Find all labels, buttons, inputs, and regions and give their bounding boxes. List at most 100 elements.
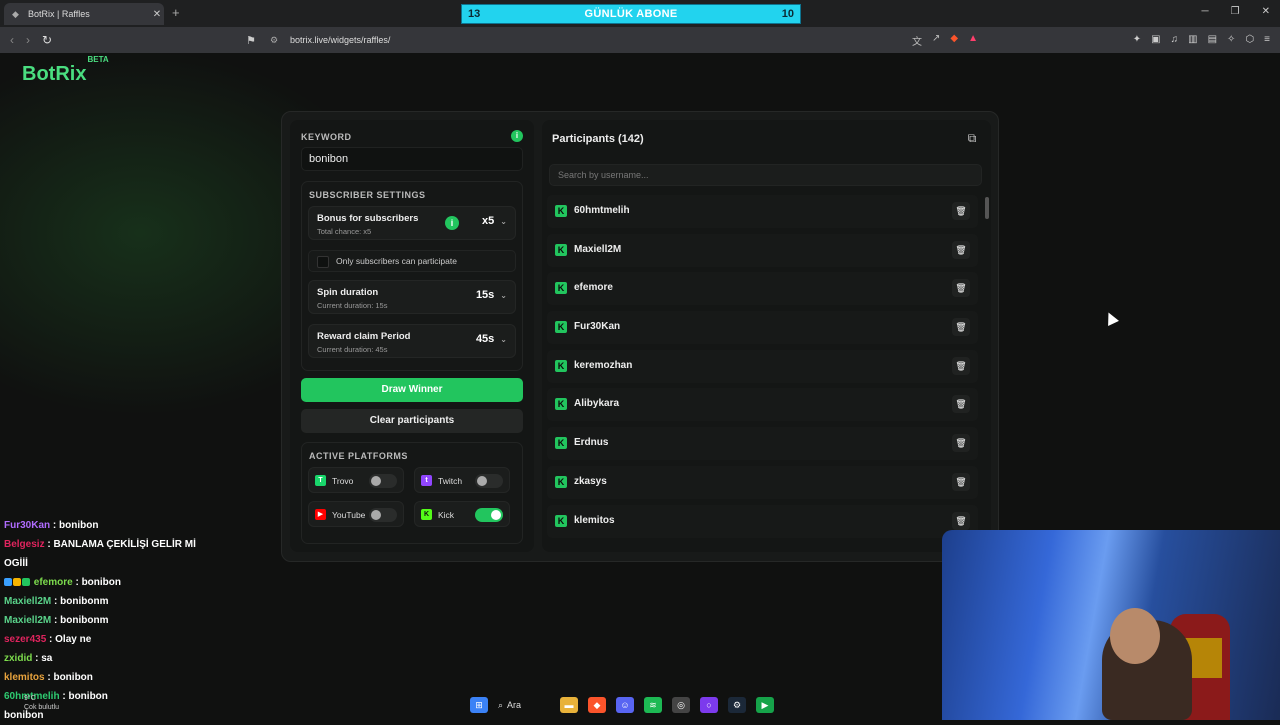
extensions-area: ✦ ▣ ♫ ▥ ▤ ✧ ⬡ ≡	[1133, 34, 1270, 45]
list-item: Kklemitos 🗑	[547, 504, 978, 538]
windows-start-icon[interactable]: ⊞	[470, 697, 488, 713]
file-explorer-icon[interactable]: ▬	[560, 697, 578, 713]
participant-list: K 60hmtmelih 🗑 K Maxiell2M 🗑 Kefemore 🗑 K Fur3…	[547, 195, 978, 543]
kick-icon: K	[555, 359, 567, 372]
brave-icon[interactable]: ◆	[588, 697, 606, 713]
translate-icon[interactable]: 文	[912, 33, 922, 48]
kick-icon: K	[555, 243, 567, 256]
participant-search-input[interactable]: Search by username...	[549, 164, 982, 186]
participant-scrollbar[interactable]	[985, 195, 989, 535]
share-icon[interactable]: ↗	[932, 33, 940, 48]
vpn-icon[interactable]: ⬡	[1245, 34, 1254, 45]
active-platforms: ACTIVE PLATFORMS T Trovo t Twitch ▶ YouT…	[301, 442, 523, 544]
kick-toggle[interactable]	[475, 508, 503, 522]
active-platforms-title: ACTIVE PLATFORMS	[309, 451, 408, 461]
chat-message: sezer435 : Olay ne	[4, 630, 234, 649]
trash-icon[interactable]: 🗑	[952, 395, 970, 414]
botrix-logo[interactable]: BotRixBETA	[22, 55, 109, 86]
kick-icon: K	[555, 205, 567, 217]
url-text[interactable]: botrix.live/widgets/raffles/	[290, 35, 912, 45]
trash-icon[interactable]: 🗑	[952, 511, 970, 530]
chat-text: : bonibon	[59, 691, 108, 702]
participant-name: Erdnus	[574, 437, 609, 449]
only-subscribers-checkbox[interactable]	[317, 256, 329, 268]
participants-panel: Participants (142) ⧉ Search by username.…	[542, 120, 991, 552]
list-item: K Fur30Kan 🗑	[547, 311, 978, 345]
discord-icon[interactable]: ☺	[616, 697, 634, 713]
new-tab-button[interactable]: +	[172, 5, 180, 20]
bonus-info-icon[interactable]: i	[445, 216, 459, 230]
minimize-icon[interactable]: ─	[1202, 6, 1209, 17]
reward-select[interactable]: 45s ⌄	[476, 333, 507, 345]
trovo-toggle[interactable]	[369, 474, 397, 488]
app-icon[interactable]: ○	[700, 697, 718, 713]
reward-period-setting: Reward claim Period Current duration: 45…	[308, 324, 516, 358]
bonus-title: Bonus for subscribers	[317, 213, 419, 224]
extensions-icon[interactable]: ✦	[1133, 34, 1141, 45]
back-icon[interactable]: ‹	[10, 33, 14, 47]
bonus-subtitle: Total chance: x5	[317, 227, 372, 236]
copy-icon[interactable]: ⧉	[965, 131, 979, 145]
info-icon[interactable]: i	[511, 130, 523, 142]
kick-icon: K	[421, 509, 432, 520]
brave-shield-icon[interactable]: ◆	[950, 33, 958, 48]
site-info-icon[interactable]: ⚙	[270, 35, 286, 46]
logo-text: BotRix	[22, 63, 87, 85]
kick-icon: K	[555, 437, 567, 450]
close-window-icon[interactable]: ✕	[1262, 6, 1270, 17]
chat-username: Maxiell2M	[4, 615, 52, 626]
participant-name: Fur30Kan	[574, 321, 621, 333]
menu-icon[interactable]: ≡	[1264, 34, 1270, 45]
screenshot-icon[interactable]: ▣	[1151, 34, 1160, 45]
chat-message: Maxiell2M : bonibonm	[4, 592, 234, 611]
streamer-head	[1110, 608, 1160, 664]
only-subscribers-row[interactable]: Only subscribers can participate	[308, 250, 516, 272]
tab-title: BotRix | Raffles	[28, 9, 90, 19]
reload-icon[interactable]: ↻	[42, 33, 52, 47]
wallet-icon[interactable]: ▤	[1208, 34, 1217, 45]
trash-icon[interactable]: 🗑	[952, 472, 970, 491]
platform-twitch: t Twitch	[414, 467, 510, 493]
chat-username: klemitos	[4, 672, 45, 683]
badge-icon	[22, 578, 30, 587]
spotify-icon[interactable]: ≋	[644, 697, 662, 713]
bookmark-icon[interactable]: ⚑	[246, 34, 262, 47]
restore-icon[interactable]: ❐	[1231, 6, 1240, 17]
steam-icon[interactable]: ⚙	[728, 697, 746, 713]
trash-icon[interactable]: 🗑	[952, 434, 970, 453]
keyword-input[interactable]: bonibon	[301, 147, 523, 171]
chat-username: zxidid	[4, 653, 33, 664]
taskbar-search[interactable]: ⌕ Ara	[498, 700, 550, 711]
weather-widget[interactable]: 9°C Çok bulutlu	[24, 694, 59, 712]
chevron-down-icon: ⌄	[500, 291, 507, 300]
youtube-toggle[interactable]	[369, 508, 397, 522]
twitch-toggle[interactable]	[475, 474, 503, 488]
list-item: K Maxiell2M 🗑	[547, 233, 978, 267]
address-bar[interactable]: ⚑ ⚙ botrix.live/widgets/raffles/ 文 ↗ ◆ ▲	[246, 30, 996, 50]
trash-icon[interactable]: 🗑	[952, 279, 970, 298]
spin-select[interactable]: 15s ⌄	[476, 289, 507, 301]
clear-participants-button[interactable]: Clear participants	[301, 409, 523, 433]
browser-tab[interactable]: ◆ BotRix | Raffles ✕	[4, 3, 164, 25]
spin-value: 15s	[475, 289, 495, 301]
spin-subtitle: Current duration: 15s	[317, 301, 388, 310]
close-tab-icon[interactable]: ✕	[150, 9, 164, 20]
trash-icon[interactable]: 🗑	[952, 318, 970, 337]
kick-app-icon[interactable]: ▶	[756, 697, 774, 713]
bonus-select[interactable]: x5 ⌄	[482, 215, 507, 227]
music-icon[interactable]: ♫	[1171, 34, 1179, 45]
keyword-label: KEYWORD	[301, 132, 352, 142]
platform-name: Kick	[438, 510, 455, 520]
obs-icon[interactable]: ◎	[672, 697, 690, 713]
trash-icon[interactable]: 🗑	[952, 240, 970, 259]
leo-ai-icon[interactable]: ✧	[1227, 34, 1235, 45]
draw-winner-button[interactable]: Draw Winner	[301, 378, 523, 402]
brave-rewards-icon[interactable]: ▲	[968, 33, 978, 48]
windows-taskbar: ⊞ ⌕ Ara ▬ ◆ ☺ ≋ ◎ ○ ⚙ ▶	[470, 692, 810, 718]
trash-icon[interactable]: 🗑	[952, 356, 970, 375]
trash-icon[interactable]: 🗑	[952, 202, 970, 220]
badge-icon	[4, 578, 12, 587]
nav-buttons: ‹ › ↻	[10, 33, 52, 47]
sidebar-icon[interactable]: ▥	[1188, 34, 1197, 45]
forward-icon[interactable]: ›	[26, 33, 30, 47]
